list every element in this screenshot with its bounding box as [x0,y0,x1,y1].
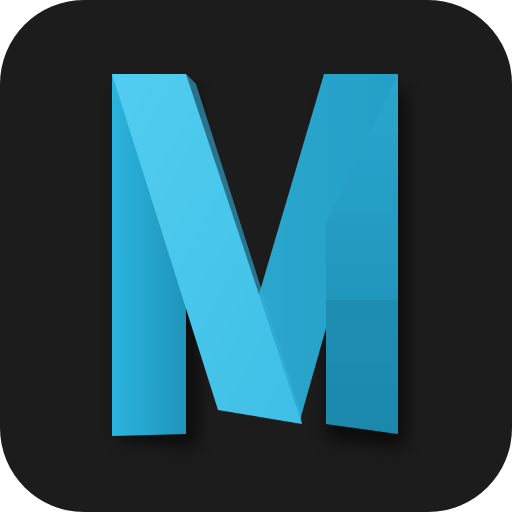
app-icon[interactable] [0,0,512,512]
ribbon-right-base [326,300,398,434]
folded-ribbon-m-logo-icon [112,74,406,448]
